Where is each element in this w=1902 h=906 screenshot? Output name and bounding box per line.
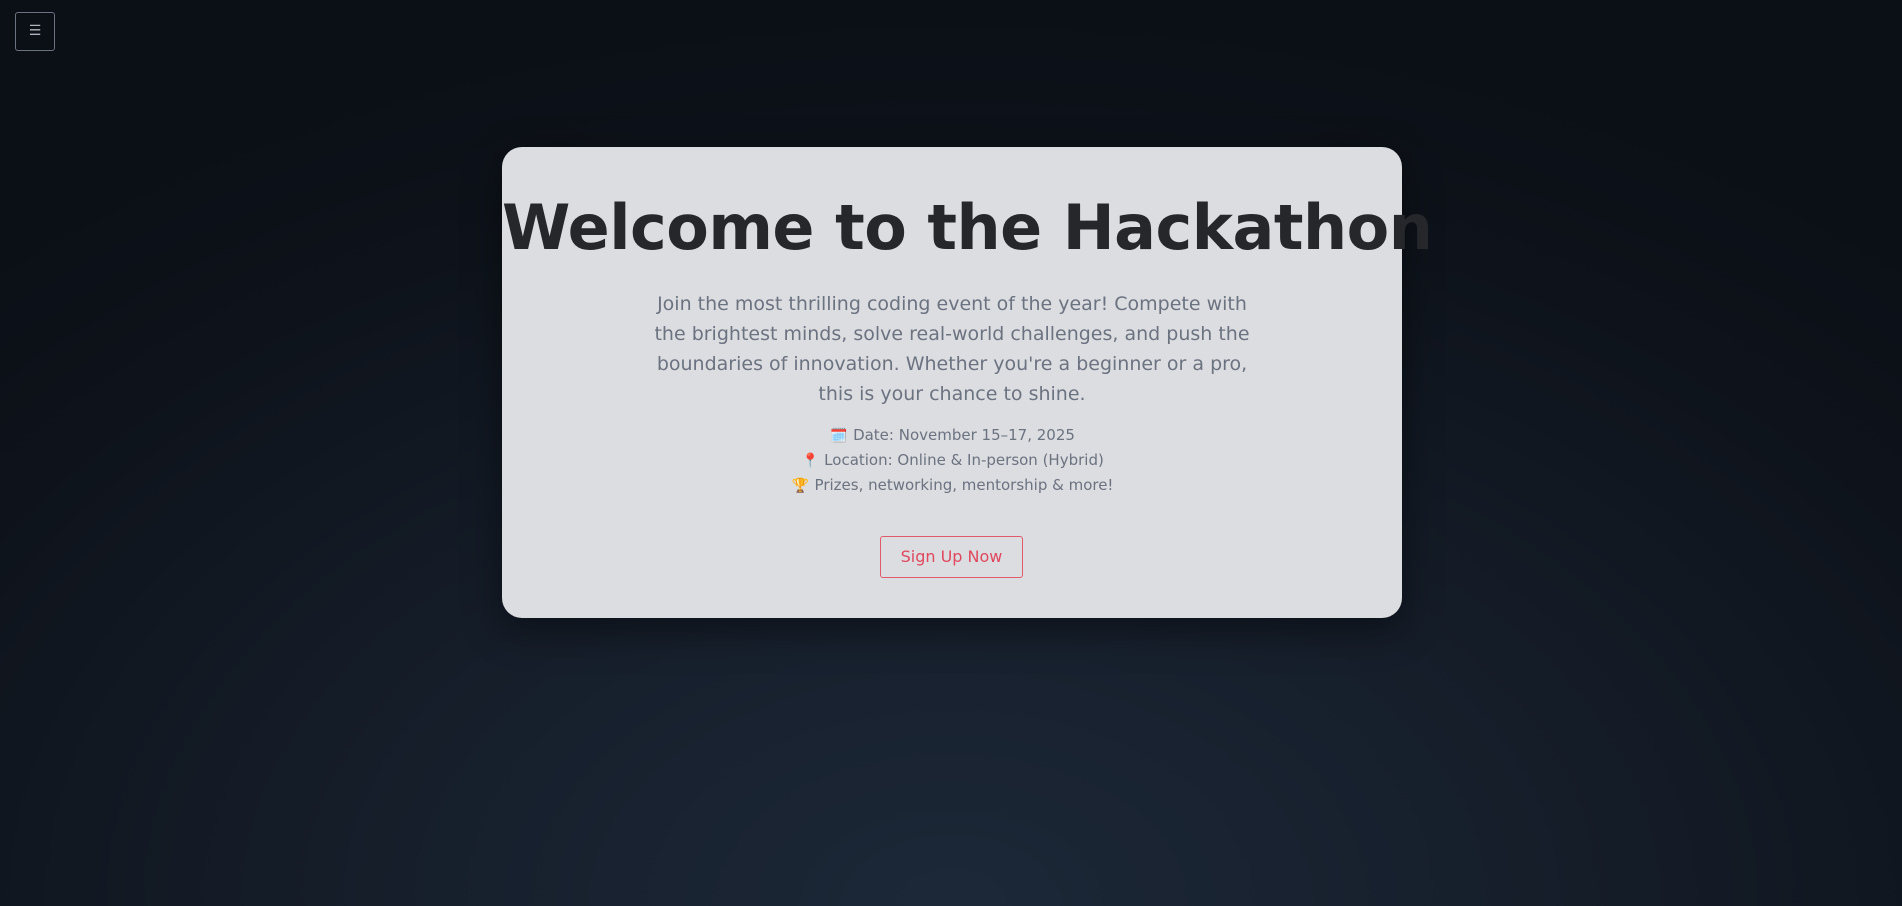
- detail-date-text: Date: November 15–17, 2025: [853, 426, 1075, 444]
- detail-location-text: Location: Online & In-person (Hybrid): [824, 451, 1104, 469]
- location-pin-icon: 📍: [801, 453, 819, 469]
- hero-card: Welcome to the Hackathon Join the most t…: [502, 147, 1433, 618]
- trophy-icon: 🏆: [791, 478, 810, 494]
- hamburger-icon: ☰: [28, 23, 42, 39]
- page-title: Welcome to the Hackathon: [502, 191, 1433, 264]
- detail-date: 🗓️ Date: November 15–17, 2025: [502, 423, 1402, 448]
- sign-up-button[interactable]: Sign Up Now: [880, 536, 1023, 578]
- event-details-list: 🗓️ Date: November 15–17, 2025 📍 Location: …: [502, 423, 1402, 498]
- detail-prizes-text: Prizes, networking, mentorship & more!: [814, 476, 1114, 494]
- menu-toggle-button[interactable]: ☰: [15, 12, 55, 51]
- calendar-icon: 🗓️: [830, 428, 848, 444]
- detail-location: 📍 Location: Online & In-person (Hybrid): [502, 448, 1402, 473]
- detail-prizes: 🏆 Prizes, networking, mentorship & more!: [502, 473, 1402, 498]
- intro-paragraph: Join the most thrilling coding event of …: [654, 293, 1250, 405]
